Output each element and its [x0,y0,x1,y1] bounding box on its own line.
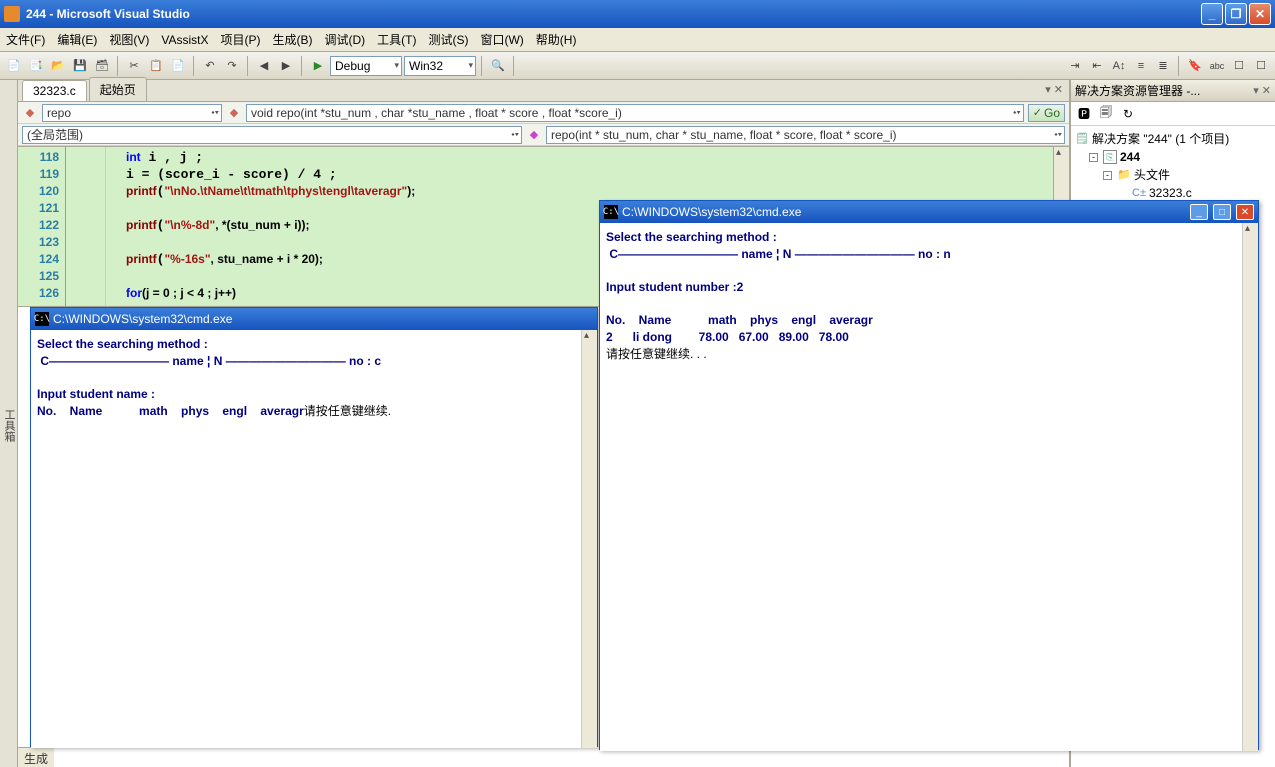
cmd2-titlebar[interactable]: C:\ C:\WINDOWS\system32\cmd.exe _ □ ✕ [600,201,1258,223]
paste-button[interactable]: 📄 [168,56,188,76]
cmd1-titlebar[interactable]: C:\ C:\WINDOWS\system32\cmd.exe [31,308,597,330]
menu-build[interactable]: 生成(B) [272,31,312,48]
tool-a-button[interactable]: ☐ [1229,56,1249,76]
margin [66,147,106,306]
menu-file[interactable]: 文件(F) [6,31,45,48]
comment-button[interactable]: ≡ [1131,56,1151,76]
config-dropdown[interactable]: Debug [330,56,402,76]
new-project-button[interactable]: 📄 [4,56,24,76]
indent-button[interactable]: ⇥ [1065,56,1085,76]
nav-func-dropdown[interactable]: void repo(int *stu_num , char *stu_name … [246,104,1024,122]
open-button[interactable]: 📂 [48,56,68,76]
menu-debug[interactable]: 调试(D) [324,31,365,48]
cmd1-scrollbar[interactable] [581,330,597,748]
cmd-icon: C:\ [604,205,618,219]
window-titlebar: 244 - Microsoft Visual Studio _ ❐ ✕ [0,0,1275,28]
menu-vassist[interactable]: VAssistX [161,33,208,47]
cmd2-title: C:\WINDOWS\system32\cmd.exe [622,205,801,219]
format-button[interactable]: A↕ [1109,56,1129,76]
solution-node[interactable]: 解决方案 "244" (1 个项目) [1092,130,1229,148]
cmd1-output: Select the searching method : C—————————… [31,330,597,426]
add-item-button[interactable]: 📑 [26,56,46,76]
cmd-icon: C:\ [35,312,49,326]
solution-toolbar: 🅿 🗐 ↻ [1071,102,1275,126]
cmd2-close-button[interactable]: ✕ [1236,204,1254,220]
line-numbers: 118119120 121122123 124125126 [18,147,66,306]
method-icon: ◆ [226,105,242,121]
app-icon [4,6,20,22]
class-icon: ◆ [22,105,38,121]
minimize-button[interactable]: _ [1201,3,1223,25]
tab-close-button[interactable]: ▾ ✕ [1045,83,1063,96]
menu-view[interactable]: 视图(V) [109,31,149,48]
solution-explorer-title: 解决方案资源管理器 -... ▾ ✕ [1071,80,1275,102]
save-button[interactable]: 💾 [70,56,90,76]
undo-button[interactable]: ↶ [200,56,220,76]
toolbox-gutter[interactable]: 工具箱 [0,80,18,767]
folder-icon: 📁 [1117,168,1131,182]
scope-dropdown[interactable]: (全局范围) [22,126,522,144]
go-button[interactable]: ✓Go [1028,104,1065,122]
cmd2-minimize-button[interactable]: _ [1190,204,1208,220]
window-title: 244 - Microsoft Visual Studio [26,7,190,21]
separator [513,56,515,76]
headers-folder[interactable]: 头文件 [1134,166,1170,184]
cut-button[interactable]: ✂ [124,56,144,76]
expander-icon[interactable]: - [1089,153,1098,162]
cmd1-title: C:\WINDOWS\system32\cmd.exe [53,312,232,326]
tab-32323c[interactable]: 32323.c [22,80,87,101]
tool-b-button[interactable]: ☐ [1251,56,1271,76]
project-node[interactable]: 244 [1120,148,1140,166]
method-pink-icon: ◆ [526,127,542,143]
refresh-button[interactable]: ↻ [1119,105,1137,123]
menu-help[interactable]: 帮助(H) [536,31,577,48]
find-in-files-button[interactable]: 🔍 [488,56,508,76]
menu-test[interactable]: 测试(S) [428,31,468,48]
separator [1178,56,1180,76]
solution-icon: 🗒 [1075,132,1089,146]
nav-class-dropdown[interactable]: repo [42,104,222,122]
show-all-button[interactable]: 🗐 [1097,105,1115,123]
menu-tools[interactable]: 工具(T) [377,31,416,48]
cmd2-maximize-button[interactable]: □ [1213,204,1231,220]
redo-button[interactable]: ↷ [222,56,242,76]
properties-button[interactable]: 🅿 [1075,105,1093,123]
separator [481,56,483,76]
uncomment-button[interactable]: ≣ [1153,56,1173,76]
separator [301,56,303,76]
save-all-button[interactable]: 🗃 [92,56,112,76]
status-bar: 生成 [18,747,54,767]
outdent-button[interactable]: ⇤ [1087,56,1107,76]
tab-startpage[interactable]: 起始页 [89,77,147,101]
cmd2-scrollbar[interactable] [1242,223,1258,751]
c-file-icon: C± [1132,186,1146,200]
member-dropdown[interactable]: repo(int * stu_num, char * stu_name, flo… [546,126,1065,144]
project-icon: ⎘ [1103,150,1117,164]
start-debug-button[interactable]: ▶ [308,56,328,76]
abc-button[interactable]: abc [1207,56,1227,76]
cmd2-output: Select the searching method : C—————————… [600,223,1258,369]
nav-fwd-button[interactable]: ▶ [276,56,296,76]
panel-close-button[interactable]: ▾ ✕ [1253,84,1271,97]
menu-window[interactable]: 窗口(W) [480,31,523,48]
copy-button[interactable]: 📋 [146,56,166,76]
nav-bars: ◆ repo ◆ void repo(int *stu_num , char *… [18,102,1069,147]
nav-back-button[interactable]: ◀ [254,56,274,76]
separator [117,56,119,76]
cmd-window-2[interactable]: C:\ C:\WINDOWS\system32\cmd.exe _ □ ✕ Se… [599,200,1259,750]
menu-project[interactable]: 项目(P) [220,31,260,48]
document-tabs: 32323.c 起始页 ▾ ✕ [18,80,1069,102]
platform-dropdown[interactable]: Win32 [404,56,476,76]
expander-icon[interactable]: - [1103,171,1112,180]
maximize-button[interactable]: ❐ [1225,3,1247,25]
menubar: 文件(F) 编辑(E) 视图(V) VAssistX 项目(P) 生成(B) 调… [0,28,1275,52]
separator [193,56,195,76]
cmd-window-1[interactable]: C:\ C:\WINDOWS\system32\cmd.exe Select t… [30,307,598,747]
close-button[interactable]: ✕ [1249,3,1271,25]
main-toolbar: 📄 📑 📂 💾 🗃 ✂ 📋 📄 ↶ ↷ ◀ ▶ ▶ Debug Win32 🔍 … [0,52,1275,80]
menu-edit[interactable]: 编辑(E) [57,31,97,48]
separator [247,56,249,76]
bookmark-button[interactable]: 🔖 [1185,56,1205,76]
